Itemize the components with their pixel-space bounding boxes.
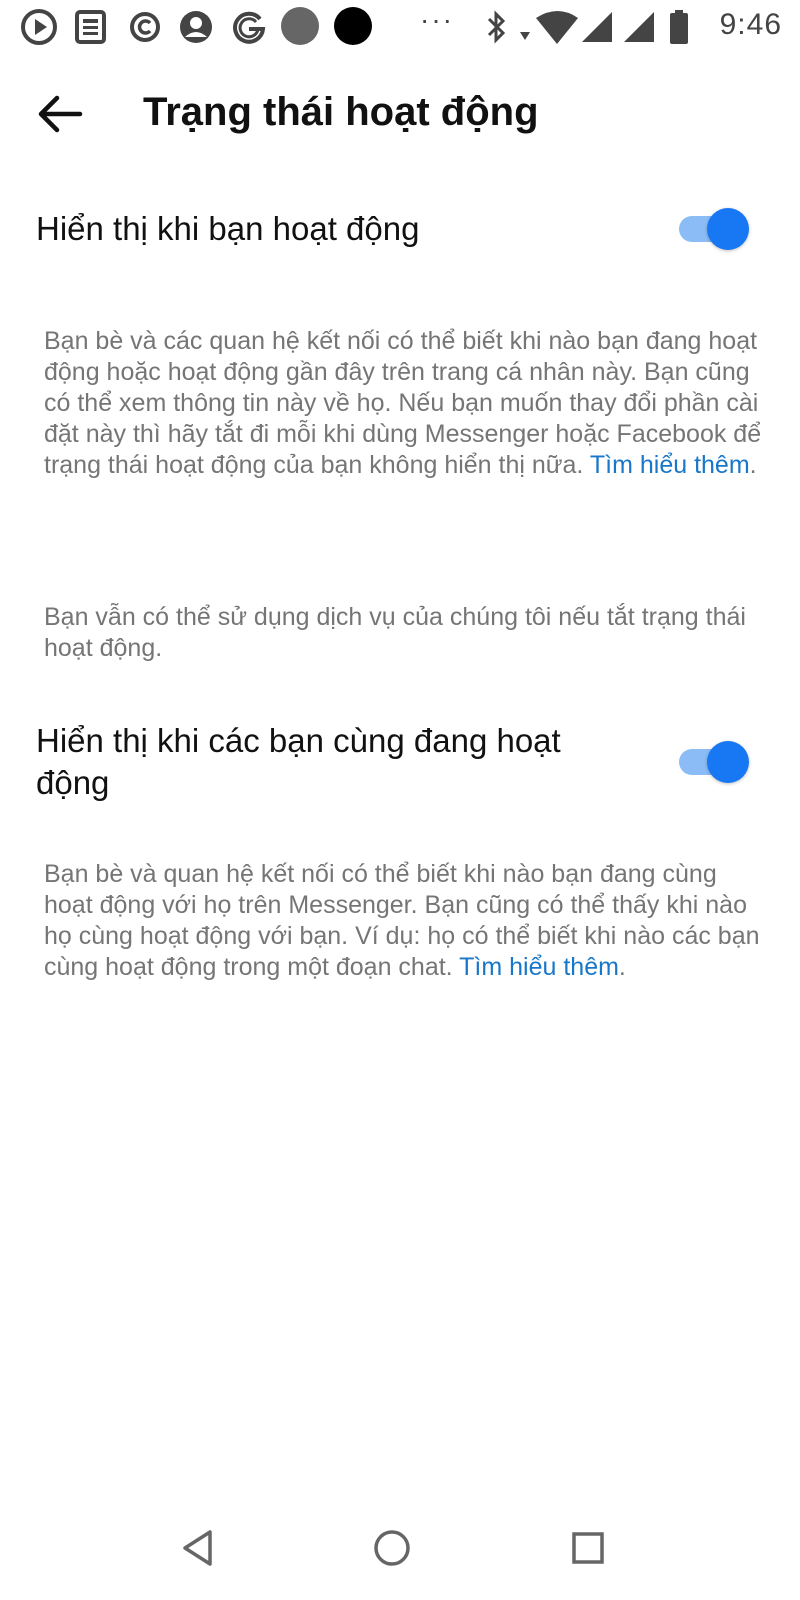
gray-dot-icon [280,6,320,51]
page-title: Trạng thái hoạt động [143,90,539,134]
play-circle-icon [20,8,58,51]
clock: 9:46 [719,8,782,41]
link-period: . [618,953,626,981]
nav-recents-button[interactable] [558,1525,618,1575]
setting-note: Bạn vẫn có thể sử dụng dịch vụ của chúng… [44,603,746,662]
signal-icon [580,8,614,51]
google-g-icon [230,8,268,51]
setting-label-show-together: Hiển thị khi các bạn cùng đang hoạt động [36,722,561,801]
recents-square-icon [571,1531,605,1570]
wifi-icon [518,8,580,51]
toggle-thumb [707,208,749,250]
app-bar: Trạng thái hoạt động [0,70,800,160]
learn-more-link[interactable]: Tìm hiểu thêm [590,451,750,479]
signal-icon [622,8,656,51]
arrow-back-icon [37,94,83,139]
setting-description-show-together: Bạn bè và quan hệ kết nối có thể biết kh… [44,859,764,983]
together-status-toggle[interactable] [679,739,751,783]
setting-description-show-active: Bạn bè và các quan hệ kết nối có thể biế… [44,326,764,481]
more-notifications-icon: ··· [420,4,454,35]
nav-home-button[interactable] [362,1525,422,1575]
link-period: . [749,451,757,479]
active-status-toggle[interactable] [679,206,751,250]
status-bar: ··· 9:46 [0,0,800,54]
navigation-bar [0,1500,800,1600]
description-text: Bạn bè và quan hệ kết nối có thể biết kh… [44,860,760,981]
toggle-thumb [707,741,749,783]
back-button[interactable] [30,88,90,144]
home-circle-icon [373,1529,411,1572]
back-triangle-icon [181,1529,215,1572]
nav-back-button[interactable] [168,1525,228,1575]
news-icon [74,8,108,51]
bluetooth-icon [484,8,508,51]
account-circle-icon [178,8,214,51]
setting-label-show-active: Hiển thị khi bạn hoạt động [36,210,420,247]
black-dot-icon [333,6,373,51]
battery-icon [668,8,690,51]
learn-more-link[interactable]: Tìm hiểu thêm [459,953,619,981]
copyright-icon [128,8,162,51]
